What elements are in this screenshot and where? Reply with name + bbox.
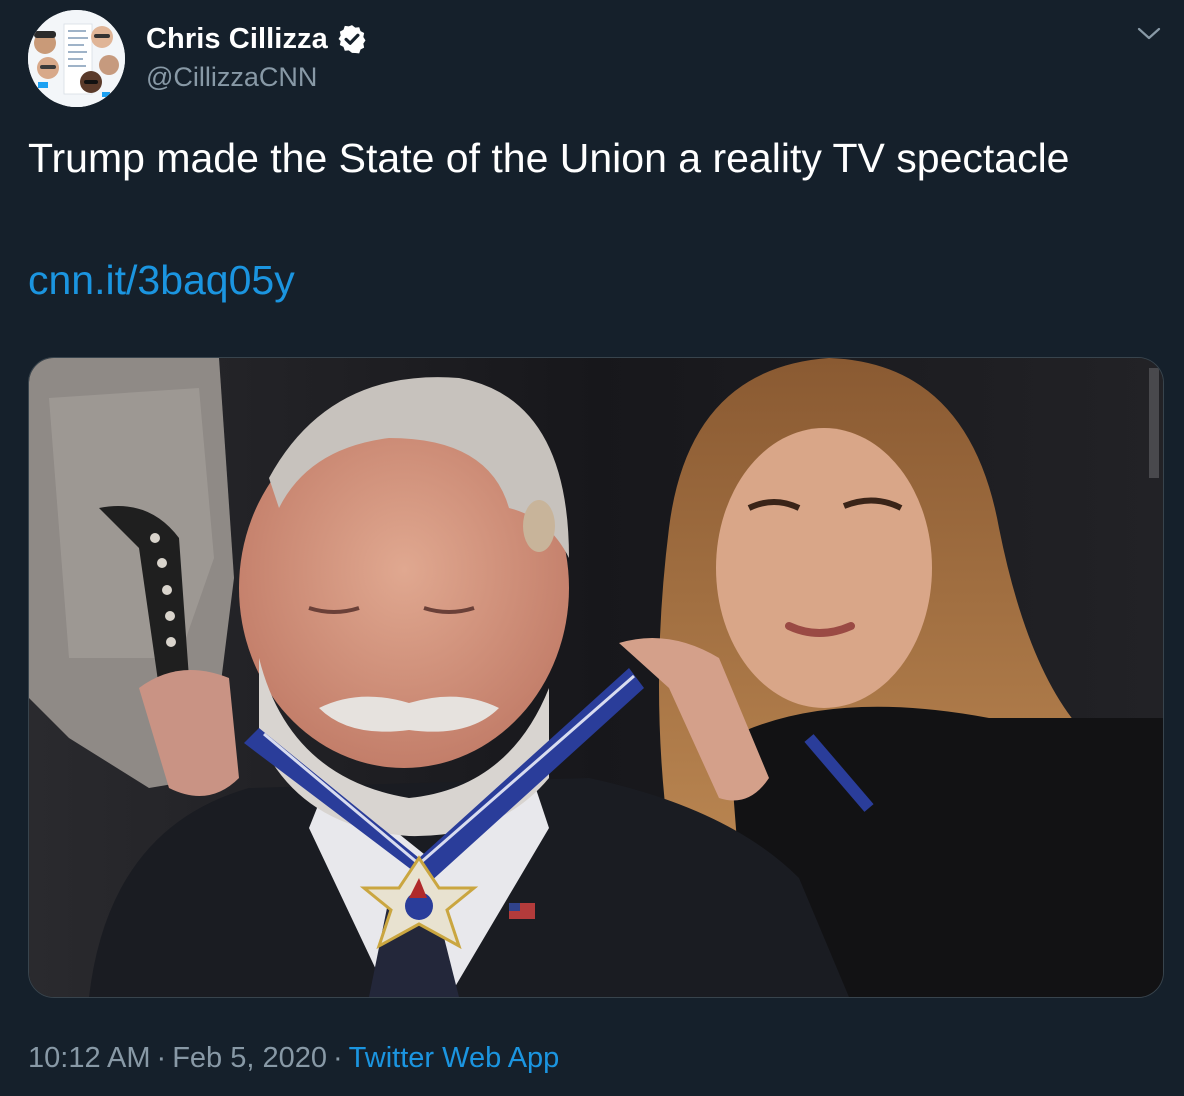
tweet-text: Trump made the State of the Union a real… <box>28 135 1070 181</box>
author-name-row: Chris Cillizza <box>146 20 368 58</box>
meta-separator-2: · <box>333 1042 343 1074</box>
tweet-photo[interactable] <box>28 357 1164 998</box>
meta-separator: · <box>156 1042 167 1074</box>
tweet-meta: 10:12 AM · Feb 5, 2020 · Twitter Web App <box>28 1038 559 1078</box>
photo-image <box>29 358 1163 997</box>
author-avatar[interactable] <box>28 10 125 107</box>
tweet-source-link[interactable]: Twitter Web App <box>349 1042 560 1074</box>
avatar-collage-image <box>28 10 125 107</box>
author-display-name[interactable]: Chris Cillizza <box>146 23 328 56</box>
tweet-link[interactable]: cnn.it/3baq05y <box>28 254 295 306</box>
tweet-date[interactable]: Feb 5, 2020 <box>172 1042 327 1074</box>
author-block: Chris Cillizza @CillizzaCNN <box>146 20 368 93</box>
author-handle[interactable]: @CillizzaCNN <box>146 62 368 93</box>
tweet-card: Chris Cillizza @CillizzaCNN Trump made t… <box>0 0 1184 1096</box>
chevron-down-icon[interactable] <box>1136 22 1162 44</box>
tweet-time[interactable]: 10:12 AM <box>28 1042 151 1074</box>
verified-badge-icon <box>336 23 368 55</box>
